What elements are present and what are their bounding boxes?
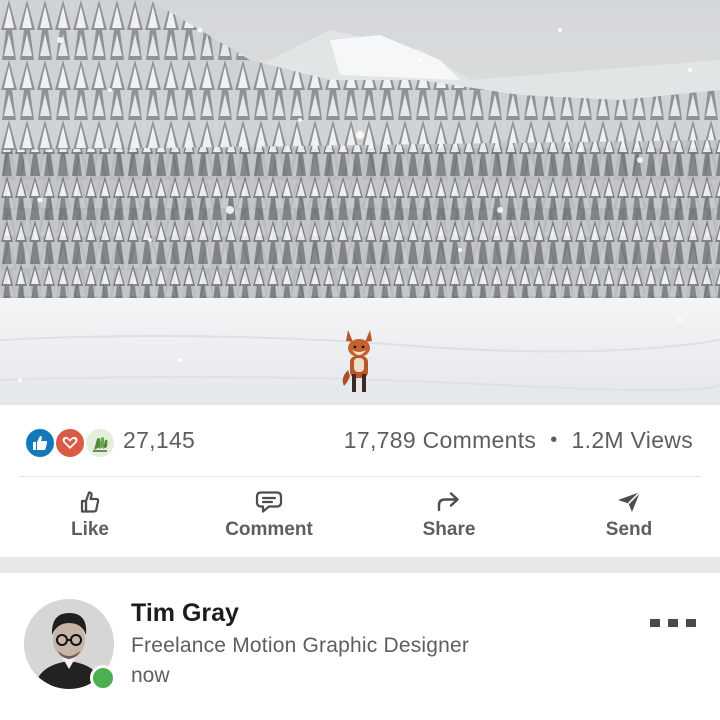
like-button[interactable]: Like xyxy=(30,489,150,541)
share-label: Share xyxy=(422,519,476,540)
dot-icon xyxy=(650,619,660,627)
post-timestamp: now xyxy=(131,664,170,687)
comment-label: Comment xyxy=(225,519,313,540)
views-count[interactable]: 1.2M Views xyxy=(572,427,693,453)
stats-separator: • xyxy=(550,429,558,451)
post-image[interactable] xyxy=(0,0,720,405)
social-counts: 27,145 17,789 Comments • 1.2M Views xyxy=(0,405,720,477)
celebrate-reaction-icon xyxy=(84,427,116,459)
dot-icon xyxy=(668,619,678,627)
reactions-count[interactable]: 27,145 xyxy=(123,427,195,454)
online-status-dot xyxy=(90,665,116,691)
more-options-icon[interactable] xyxy=(650,615,696,631)
share-arrow-icon xyxy=(389,489,509,515)
send-button[interactable]: Send xyxy=(569,489,689,541)
author-headline: Freelance Motion Graphic Designer xyxy=(131,634,470,657)
like-label: Like xyxy=(70,519,110,540)
action-bar: Like Comment Share Send xyxy=(0,477,720,557)
send-plane-icon xyxy=(569,489,689,515)
dot-icon xyxy=(686,619,696,627)
author-card: Tim Gray Freelance Motion Graphic Design… xyxy=(0,573,720,720)
like-reaction-icon xyxy=(24,427,56,459)
section-separator xyxy=(0,557,720,573)
reactions-summary[interactable] xyxy=(24,427,116,459)
comment-button[interactable]: Comment xyxy=(209,489,329,541)
author-name[interactable]: Tim Gray xyxy=(131,599,239,628)
thumbs-up-icon xyxy=(30,489,150,515)
love-reaction-icon xyxy=(54,427,86,459)
share-button[interactable]: Share xyxy=(389,489,509,541)
post-stats: 17,789 Comments • 1.2M Views xyxy=(344,427,693,454)
comment-bubble-icon xyxy=(209,489,329,515)
comments-count[interactable]: 17,789 Comments xyxy=(344,427,536,453)
send-label: Send xyxy=(605,519,653,540)
